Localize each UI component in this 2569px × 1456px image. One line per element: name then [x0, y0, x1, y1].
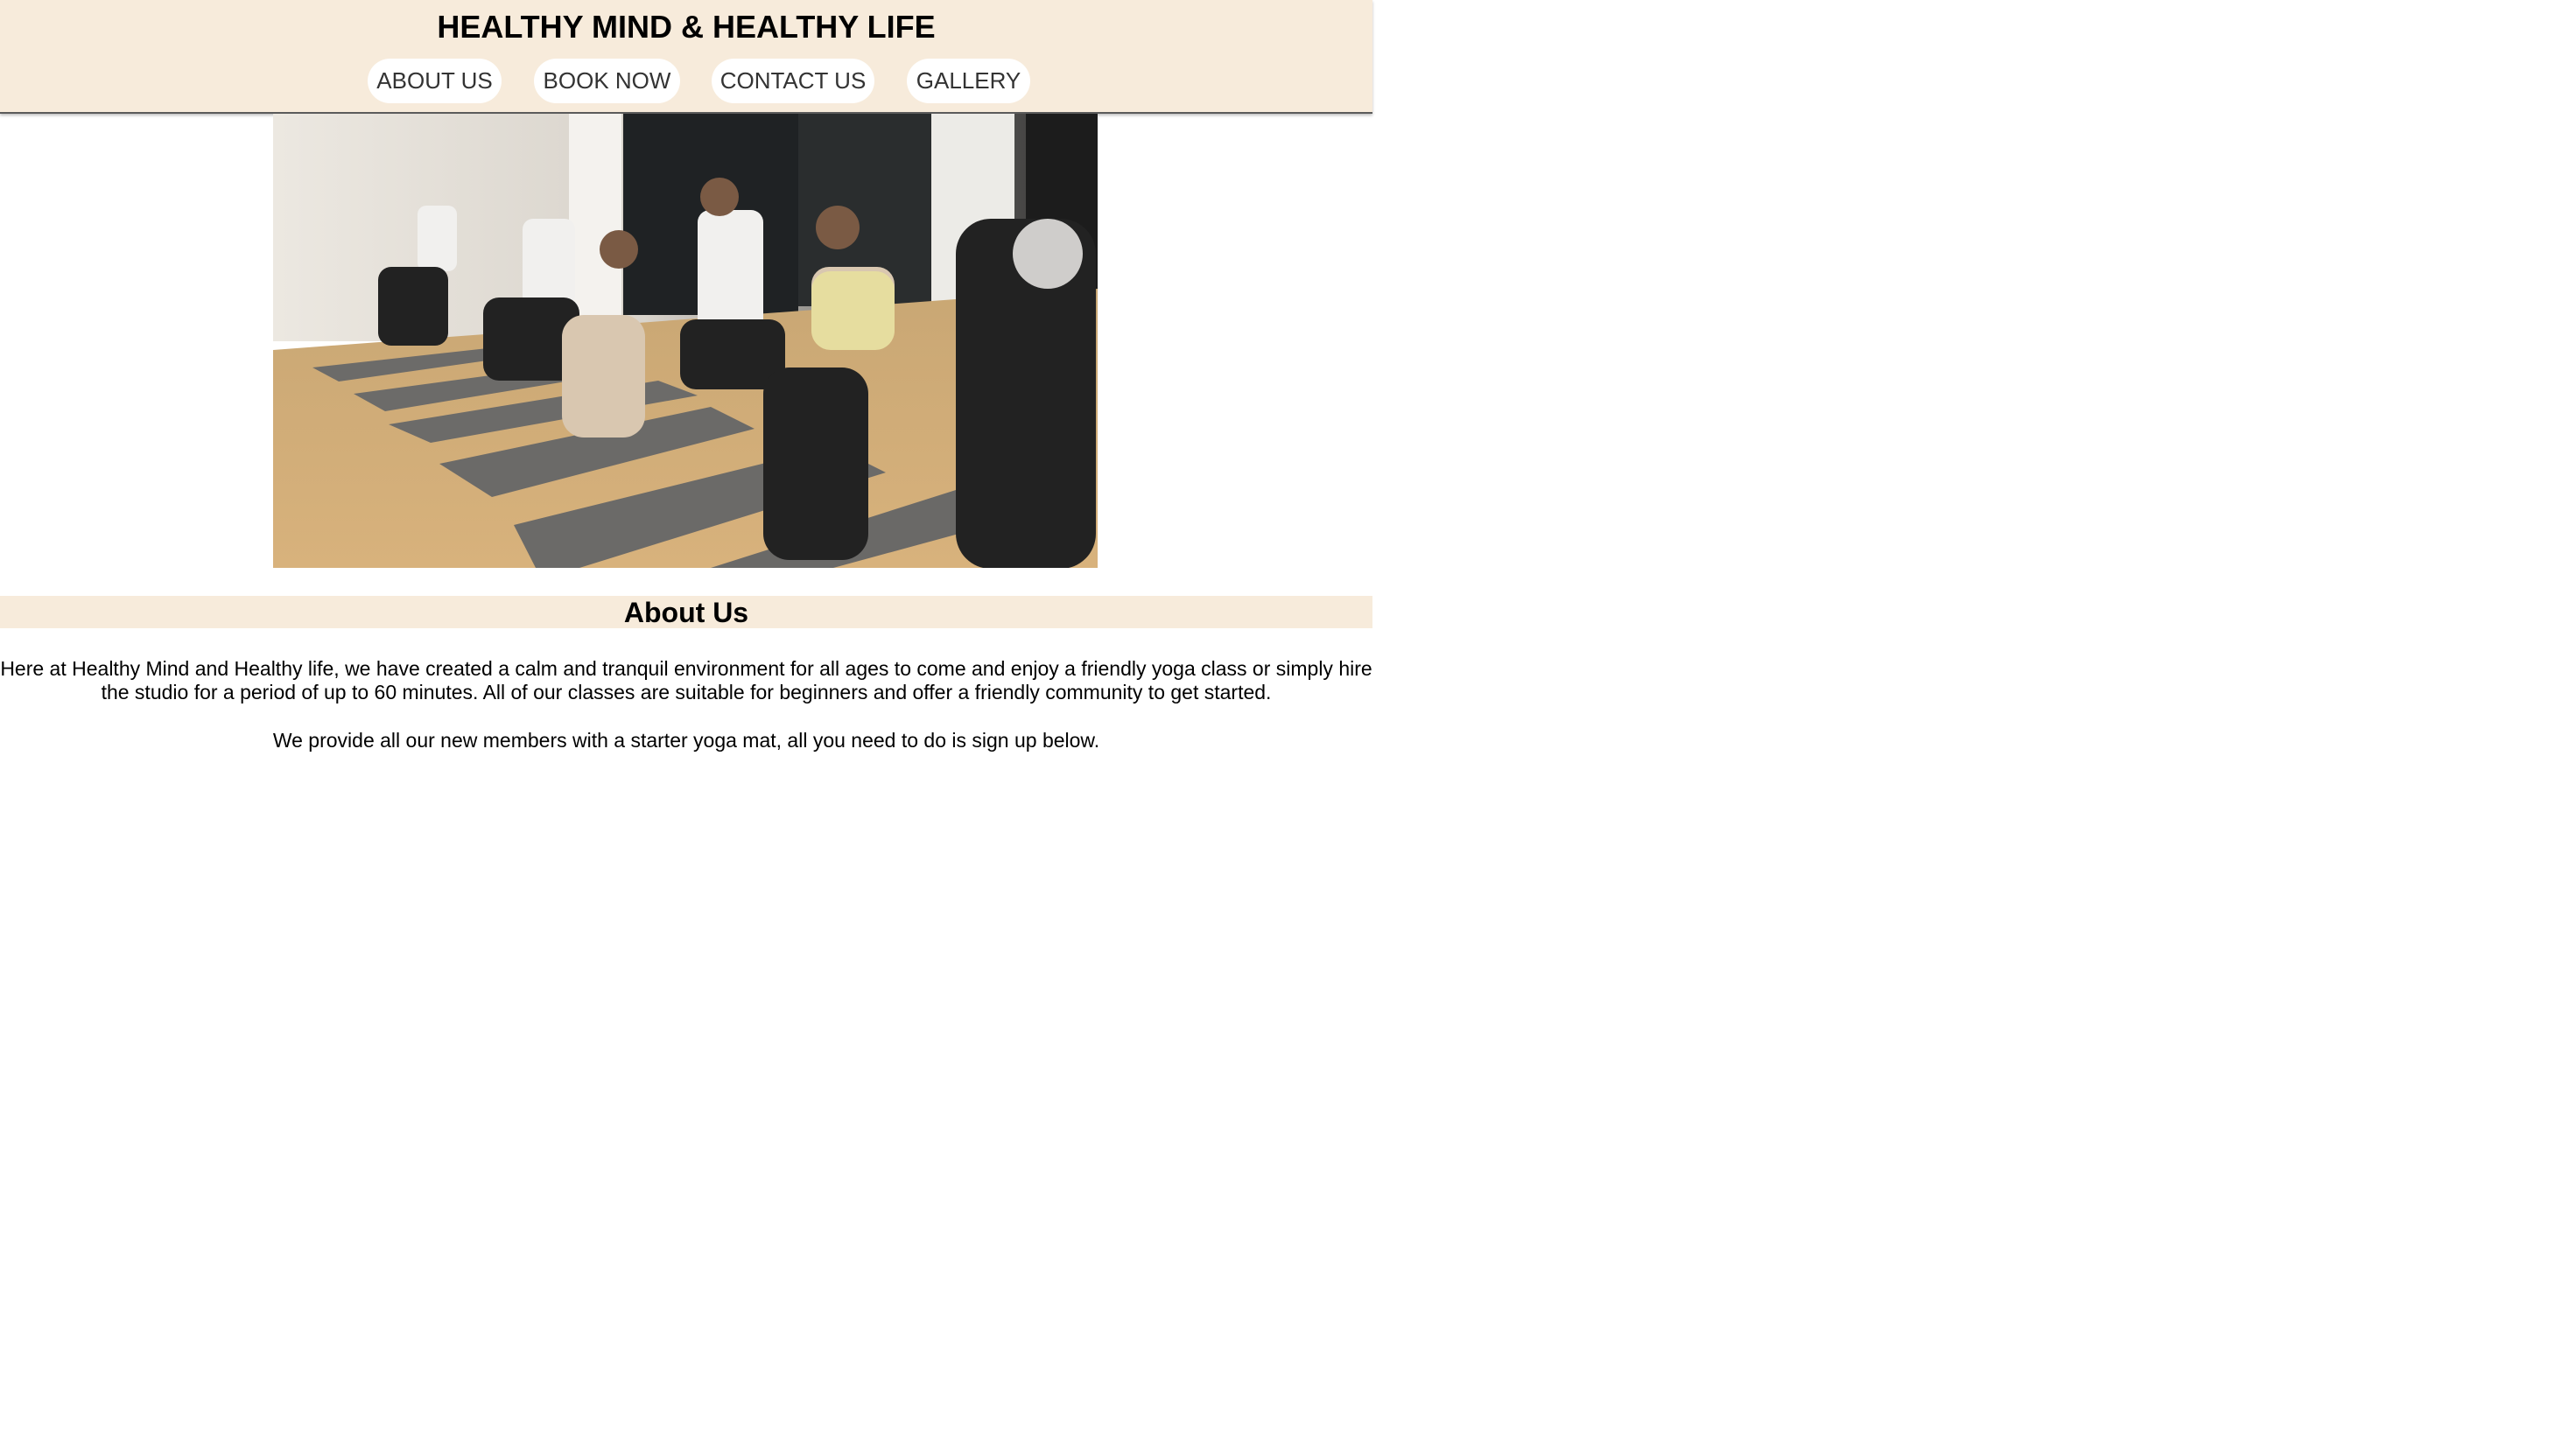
hero-image [273, 114, 1098, 568]
nav-gallery[interactable]: GALLERY [907, 59, 1030, 103]
about-paragraph-2: We provide all our new members with a st… [272, 729, 1100, 752]
about-paragraph-1: Here at Healthy Mind and Healthy life, w… [0, 657, 1372, 704]
nav-contact-us[interactable]: CONTACT US [712, 59, 874, 103]
nav-book-now[interactable]: BOOK NOW [534, 59, 680, 103]
site-title: HEALTHY MIND & HEALTHY LIFE [437, 9, 936, 45]
site-header: HEALTHY MIND & HEALTHY LIFE ABOUT US BOO… [0, 0, 1372, 114]
main-nav: ABOUT US BOOK NOW CONTACT US GALLERY [0, 59, 1372, 103]
nav-about-us[interactable]: ABOUT US [368, 59, 502, 103]
about-heading: About Us [623, 597, 749, 628]
about-section-header: About Us [0, 596, 1372, 628]
